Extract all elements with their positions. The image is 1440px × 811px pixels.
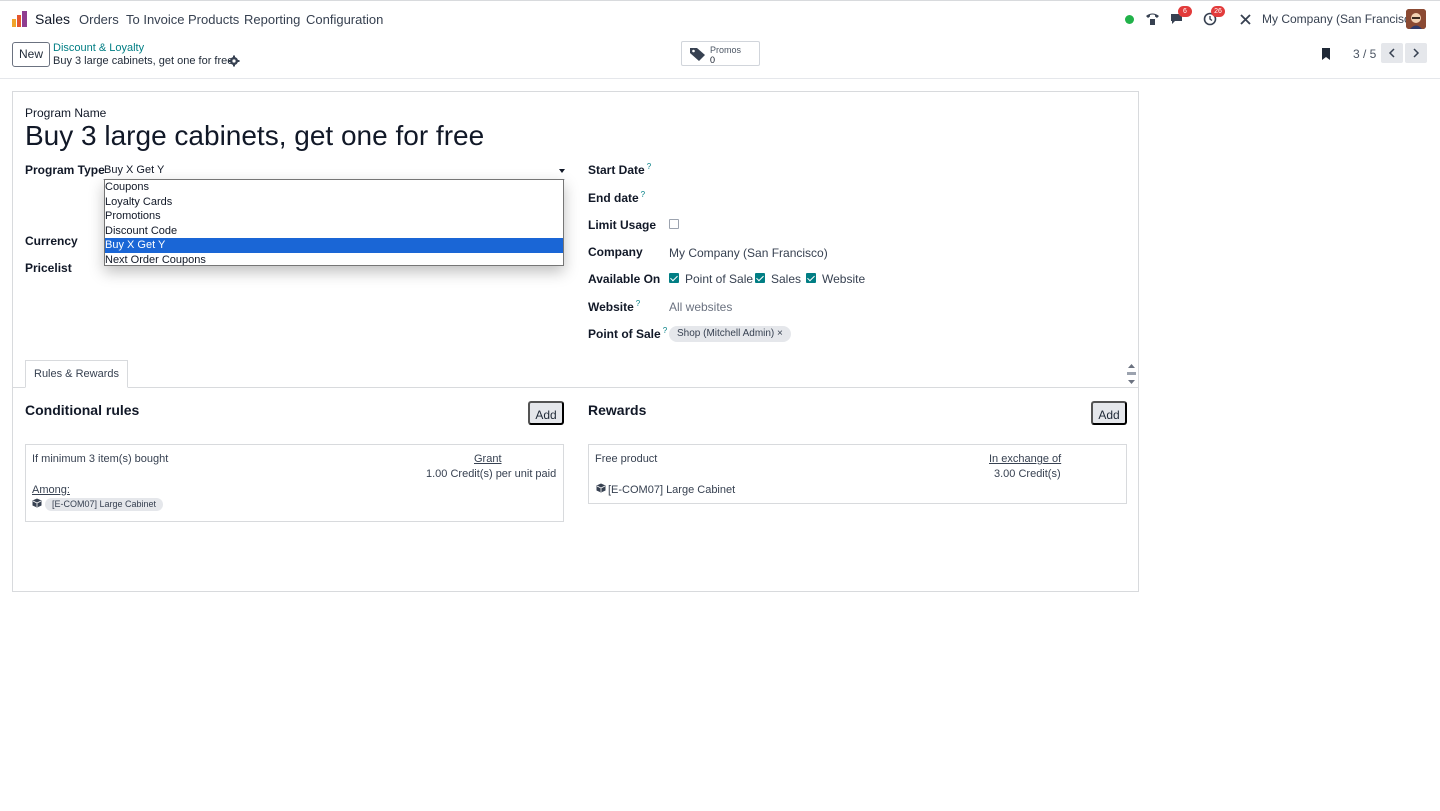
option-loyalty-cards[interactable]: Loyalty Cards <box>105 195 563 210</box>
available-pos-label: Point of Sale <box>685 272 754 286</box>
exchange-label: In exchange of <box>989 453 1062 465</box>
help-icon[interactable]: ? <box>663 326 667 335</box>
menu-to-invoice[interactable]: To Invoice <box>126 12 185 27</box>
reward-product: [E-COM07] Large Cabinet <box>608 484 736 496</box>
rule-condition: If minimum 3 item(s) bought <box>32 453 169 465</box>
start-date-label: Start Date? <box>588 162 652 177</box>
program-type-value: Buy X Get Y <box>104 164 165 176</box>
program-name-label: Program Name <box>25 106 107 120</box>
conditional-rules-title: Conditional rules <box>25 402 140 418</box>
menu-configuration[interactable]: Configuration <box>306 12 383 27</box>
user-avatar[interactable] <box>1406 9 1426 29</box>
promos-smart-button[interactable]: Promos 0 <box>681 41 760 66</box>
option-promotions[interactable]: Promotions <box>105 209 563 224</box>
control-panel: New Discount & Loyalty Buy 3 large cabin… <box>0 36 1440 79</box>
rule-card[interactable]: If minimum 3 item(s) bought Grant 1.00 C… <box>25 444 564 522</box>
promos-label: Promos <box>710 45 742 55</box>
available-sales-label: Sales <box>771 272 802 286</box>
online-dot-icon <box>1124 14 1134 24</box>
cube-icon <box>596 483 606 493</box>
available-pos-checkbox[interactable] <box>669 273 679 283</box>
website-label: Website? <box>588 299 641 314</box>
reward-type: Free product <box>595 453 658 465</box>
breadcrumb-parent[interactable]: Discount & Loyalty <box>53 42 144 54</box>
company-field[interactable]: My Company (San Francisco) <box>669 246 828 260</box>
activities-icon[interactable]: 26 <box>1202 6 1225 27</box>
tabs-divider <box>13 387 1138 388</box>
phone-icon[interactable] <box>1144 11 1160 27</box>
sales-app-icon[interactable] <box>11 10 29 28</box>
exchange-value: 3.00 Credit(s) <box>994 468 1061 480</box>
gear-icon[interactable] <box>228 55 240 67</box>
tab-rules-rewards[interactable]: Rules & Rewards <box>25 360 128 388</box>
chevron-right-icon <box>1413 48 1420 58</box>
limit-usage-label: Limit Usage <box>588 218 657 232</box>
option-discount-code[interactable]: Discount Code <box>105 224 563 239</box>
promos-count: 0 <box>710 55 716 65</box>
pos-tag[interactable]: Shop (Mitchell Admin) × <box>669 326 791 342</box>
chevron-left-icon <box>1388 48 1395 58</box>
available-on-label: Available On <box>588 272 661 286</box>
add-rule-button[interactable]: Add <box>528 401 564 425</box>
pricelist-label: Pricelist <box>25 261 72 275</box>
option-buy-x-get-y[interactable]: Buy X Get Y <box>105 238 563 253</box>
grant-label: Grant <box>474 453 502 465</box>
available-sales-checkbox[interactable] <box>755 273 765 283</box>
cube-icon <box>32 498 42 508</box>
option-coupons[interactable]: Coupons <box>105 180 563 195</box>
reward-card[interactable]: Free product In exchange of 3.00 Credit(… <box>588 444 1127 504</box>
caret-down-icon <box>559 169 565 173</box>
new-button[interactable]: New <box>12 42 50 67</box>
top-navbar: Sales Orders To Invoice Products Reporti… <box>0 0 1440 36</box>
app-name[interactable]: Sales <box>35 11 70 27</box>
pager-next-button[interactable] <box>1405 43 1427 63</box>
pos-label: Point of Sale? <box>588 326 668 341</box>
help-icon[interactable]: ? <box>641 190 645 199</box>
pager-previous-button[interactable] <box>1381 43 1403 63</box>
among-label: Among: <box>32 484 70 496</box>
messages-icon[interactable]: 6 <box>1169 6 1192 27</box>
presence-status[interactable] <box>1121 11 1137 27</box>
program-type-select[interactable]: Buy X Get Y <box>103 163 565 180</box>
messages-badge: 6 <box>1178 6 1192 17</box>
menu-orders[interactable]: Orders <box>79 12 119 27</box>
limit-usage-checkbox[interactable] <box>669 219 679 229</box>
remove-tag-icon[interactable]: × <box>777 328 783 339</box>
company-label: Company <box>588 245 643 259</box>
help-icon[interactable]: ? <box>647 162 651 171</box>
currency-label: Currency <box>25 234 78 248</box>
grant-value: 1.00 Credit(s) per unit paid <box>426 468 557 480</box>
website-field[interactable]: All websites <box>669 300 732 314</box>
breadcrumb-current: Buy 3 large cabinets, get one for free <box>53 55 234 67</box>
program-type-label: Program Type <box>25 163 105 177</box>
program-name-input[interactable]: Buy 3 large cabinets, get one for free <box>25 120 484 152</box>
program-type-dropdown: Coupons Loyalty Cards Promotions Discoun… <box>104 179 564 266</box>
end-date-label: End date? <box>588 190 646 205</box>
tags-icon <box>690 48 705 61</box>
available-website-checkbox[interactable] <box>806 273 816 283</box>
menu-products[interactable]: Products <box>188 12 239 27</box>
scroll-arrows-icon[interactable] <box>1127 362 1136 386</box>
rewards-title: Rewards <box>588 402 647 418</box>
debug-tools-icon[interactable] <box>1237 11 1253 27</box>
activities-badge: 26 <box>1211 6 1225 17</box>
company-switcher[interactable]: My Company (San Francisco) <box>1262 12 1421 26</box>
form-sheet: Program Name Buy 3 large cabinets, get o… <box>12 91 1139 592</box>
rule-product-tag: [E-COM07] Large Cabinet <box>45 498 164 511</box>
option-next-order-coupons[interactable]: Next Order Coupons <box>105 253 563 268</box>
menu-reporting[interactable]: Reporting <box>244 12 300 27</box>
available-website-label: Website <box>822 272 866 286</box>
bookmark-icon[interactable] <box>1320 47 1332 61</box>
help-icon[interactable]: ? <box>636 299 640 308</box>
add-reward-button[interactable]: Add <box>1091 401 1127 425</box>
pager-value[interactable]: 3 / 5 <box>1353 47 1376 61</box>
